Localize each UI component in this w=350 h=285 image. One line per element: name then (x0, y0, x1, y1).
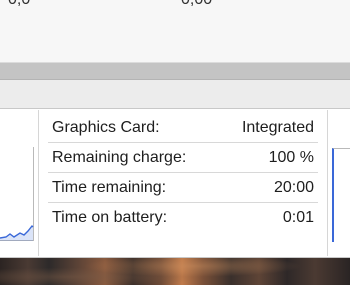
desktop-wallpaper (0, 258, 350, 285)
previous-row-value-right: 0,00 (181, 0, 212, 9)
graph-area (0, 226, 33, 241)
battery-info-table: Graphics Card: Integrated Remaining char… (48, 113, 318, 233)
remaining-charge-value: 100 % (268, 149, 314, 166)
battery-level-graph (332, 148, 350, 242)
info-row-time-remaining: Time remaining: 20:00 (48, 173, 318, 203)
info-row-time-on-battery: Time on battery: 0:01 (48, 203, 318, 233)
info-row-graphics-card: Graphics Card: Integrated (48, 113, 318, 143)
wallpaper-texture (0, 258, 350, 285)
graph-line-chart (0, 224, 34, 241)
time-on-battery-value: 0:01 (282, 209, 314, 226)
energy-history-graph (0, 147, 34, 241)
remaining-charge-label: Remaining charge: (52, 149, 187, 166)
spacer (0, 80, 350, 108)
horizontal-scrollbar[interactable] (0, 63, 350, 80)
time-remaining-value: 20:00 (273, 179, 314, 196)
graphics-card-value: Integrated (241, 119, 314, 136)
column-separator-left (38, 110, 39, 256)
previous-row-value-left: 0,0 (8, 0, 30, 9)
column-separator-right (327, 110, 328, 256)
graphics-card-label: Graphics Card: (52, 119, 160, 136)
time-on-battery-label: Time on battery: (52, 209, 168, 226)
previous-table-row: 0,0 0,00 (0, 0, 350, 62)
info-row-remaining-charge: Remaining charge: 100 % (48, 143, 318, 173)
time-remaining-label: Time remaining: (52, 179, 167, 196)
